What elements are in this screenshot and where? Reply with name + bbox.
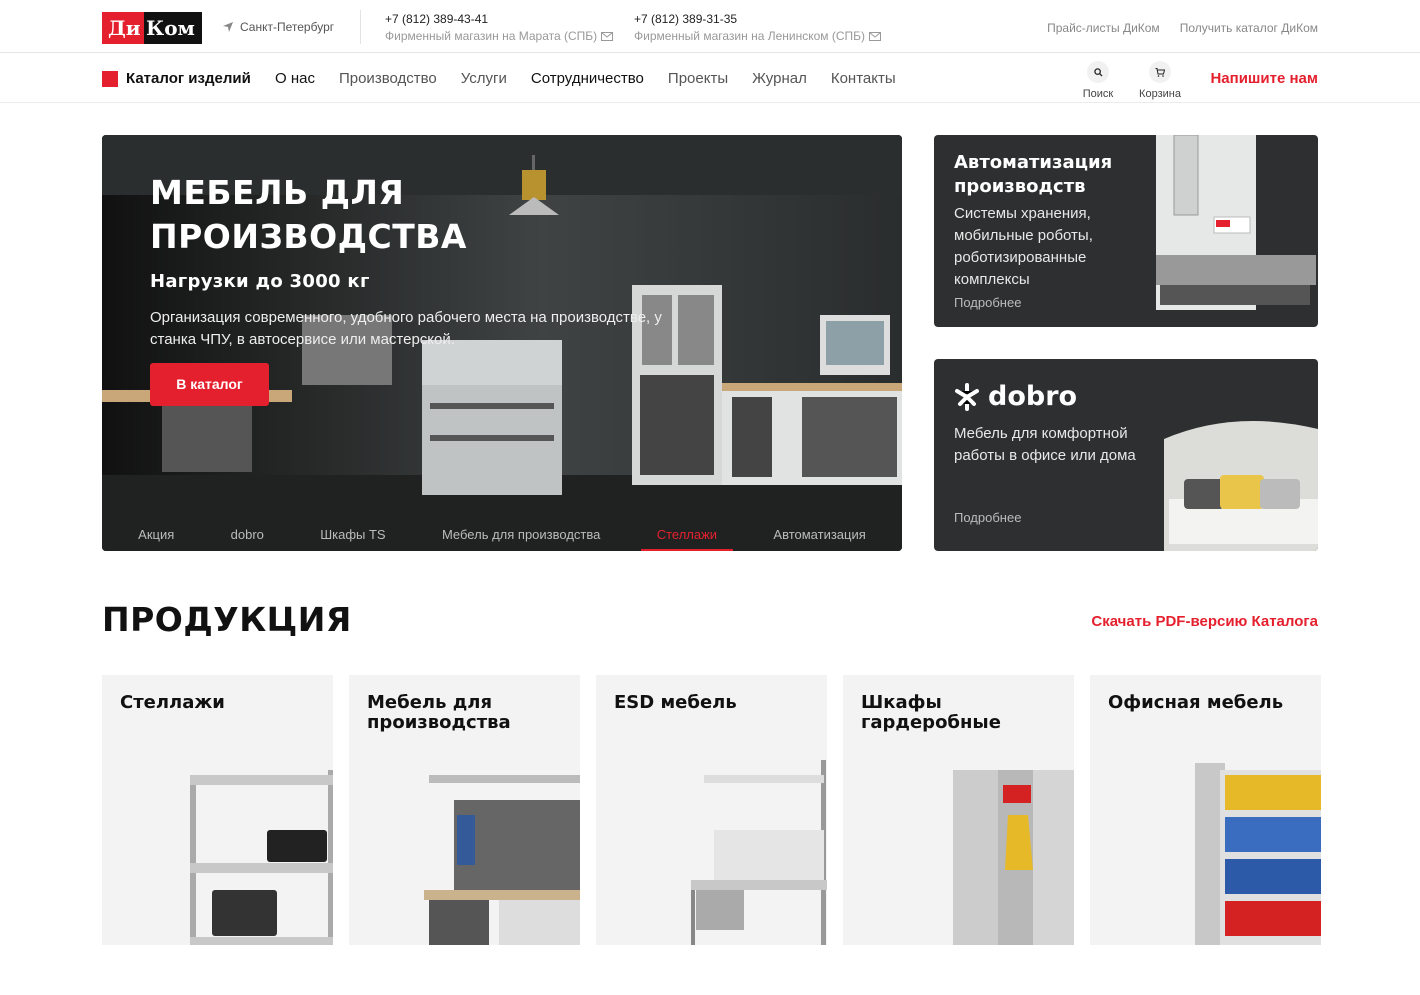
product-name: Мебель для производства <box>367 692 511 733</box>
cart-icon <box>1155 67 1165 77</box>
hero-subtitle: Нагрузки до 3000 кг <box>150 271 370 292</box>
dobro-text: Мебель для комфортной работы в офисе или… <box>954 425 1136 464</box>
nav-item-production[interactable]: Производство <box>339 70 437 87</box>
phone-number[interactable]: +7 (812) 389-43-41 <box>385 12 613 26</box>
shop-link[interactable]: Фирменный магазин на Ленинском (СПБ) <box>634 29 882 43</box>
office-cabinet-image <box>1195 763 1321 945</box>
nav-item-services[interactable]: Услуги <box>461 70 507 87</box>
esd-bench-image <box>691 760 827 945</box>
hero-tab-automation[interactable]: Автоматизация <box>773 521 865 551</box>
location-arrow-icon <box>223 22 233 32</box>
mail-icon <box>869 31 882 41</box>
product-card-wardrobes[interactable]: Шкафы гардеробные <box>843 675 1074 945</box>
automation-title: Автоматизация производств <box>954 152 1113 197</box>
price-lists-link[interactable]: Прайс-листы ДиКом <box>1047 21 1160 35</box>
nav-item-cooperation[interactable]: Сотрудничество <box>531 70 644 87</box>
product-name: ESD мебель <box>614 692 737 713</box>
dobro-logo: dobro <box>954 381 1077 412</box>
hero-text: Организация современного, удобного рабоч… <box>150 309 662 348</box>
top-bar: Ди Ком Санкт-Петербург +7 (812) 389-43-4… <box>0 0 1420 53</box>
main-nav: Каталог изделий О нас Производство Услуг… <box>0 53 1420 103</box>
dobro-asterisk-icon <box>955 382 979 411</box>
catalog-label: Каталог изделий <box>126 70 251 87</box>
automation-more-link[interactable]: Подробнее <box>954 295 1021 310</box>
product-name: Шкафы гардеробные <box>861 692 1001 733</box>
divider <box>360 10 361 44</box>
hero-tabs: Акция dobro Шкафы TS Мебель для производ… <box>102 521 902 551</box>
logo-left: Ди <box>102 12 144 44</box>
hero-tab-production-furniture[interactable]: Мебель для производства <box>442 521 600 551</box>
shop-link[interactable]: Фирменный магазин на Марата (СПБ) <box>385 29 614 43</box>
dobro-more-link[interactable]: Подробнее <box>954 510 1021 525</box>
nav-item-contacts[interactable]: Контакты <box>831 70 896 87</box>
hero-title: МЕБЕЛЬ ДЛЯ ПРОИЗВОДСТВА <box>150 173 467 256</box>
cart-label: Корзина <box>1139 88 1181 100</box>
product-card-esd-furniture[interactable]: ESD мебель <box>596 675 827 945</box>
get-catalog-link[interactable]: Получить каталог ДиКом <box>1180 21 1318 35</box>
search-button[interactable]: Поиск <box>1078 61 1118 100</box>
dobro-card[interactable]: dobro Мебель для комфортной работы в офи… <box>934 359 1318 551</box>
nav-item-journal[interactable]: Журнал <box>752 70 807 87</box>
automation-card[interactable]: Автоматизация производств Системы хранен… <box>934 135 1318 327</box>
product-name: Офисная мебель <box>1108 692 1284 713</box>
hero-tab-dobro[interactable]: dobro <box>231 521 264 551</box>
logo[interactable]: Ди Ком <box>102 12 202 44</box>
product-cards: Стеллажи Мебель для производства ESD меб… <box>102 675 1321 945</box>
logo-right: Ком <box>144 12 202 44</box>
to-catalog-button[interactable]: В каталог <box>150 363 269 406</box>
nav-icons: Поиск Корзина <box>1078 61 1181 100</box>
shop-label: Фирменный магазин на Марата (СПБ) <box>385 29 598 43</box>
write-us-link[interactable]: Напишите нам <box>1210 70 1318 87</box>
shop-label: Фирменный магазин на Ленинском (СПБ) <box>634 29 866 43</box>
cart-button[interactable]: Корзина <box>1139 61 1181 100</box>
catalog-menu-button[interactable]: Каталог изделий <box>102 70 251 87</box>
automation-text: Системы хранения, мобильные роботы, робо… <box>954 205 1093 288</box>
dobro-brand: dobro <box>988 381 1078 412</box>
catalog-square-icon <box>102 70 118 87</box>
hero-banner: МЕБЕЛЬ ДЛЯ ПРОИЗВОДСТВА Нагрузки до 3000… <box>102 135 902 551</box>
phone-number[interactable]: +7 (812) 389-31-35 <box>634 12 881 26</box>
products-title: ПРОДУКЦИЯ <box>102 600 352 639</box>
city-selector[interactable]: Санкт-Петербург <box>222 20 334 34</box>
hero-tab-cabinets-ts[interactable]: Шкафы TS <box>320 521 385 551</box>
hero-tab-sale[interactable]: Акция <box>138 521 174 551</box>
search-label: Поиск <box>1082 88 1114 100</box>
nav-item-projects[interactable]: Проекты <box>668 70 728 87</box>
search-icon <box>1093 67 1103 77</box>
hero-tab-racks[interactable]: Стеллажи <box>640 521 734 551</box>
top-links: Прайс-листы ДиКом Получить каталог ДиКом <box>1047 21 1318 35</box>
product-card-racks[interactable]: Стеллажи <box>102 675 333 945</box>
rack-image <box>190 770 333 945</box>
product-card-office-furniture[interactable]: Офисная мебель <box>1090 675 1321 945</box>
product-card-production-furniture[interactable]: Мебель для производства <box>349 675 580 945</box>
nav-menu: О нас Производство Услуги Сотрудничество… <box>275 70 896 87</box>
phone-block-1: +7 (812) 389-43-41 Фирменный магазин на … <box>385 12 614 43</box>
nav-item-about[interactable]: О нас <box>275 70 315 87</box>
product-name: Стеллажи <box>120 692 225 713</box>
city-label: Санкт-Петербург <box>240 20 335 34</box>
mail-icon <box>601 31 614 41</box>
phone-block-2: +7 (812) 389-31-35 Фирменный магазин на … <box>634 12 882 43</box>
download-pdf-link[interactable]: Скачать PDF-версию Каталога <box>1091 613 1318 630</box>
